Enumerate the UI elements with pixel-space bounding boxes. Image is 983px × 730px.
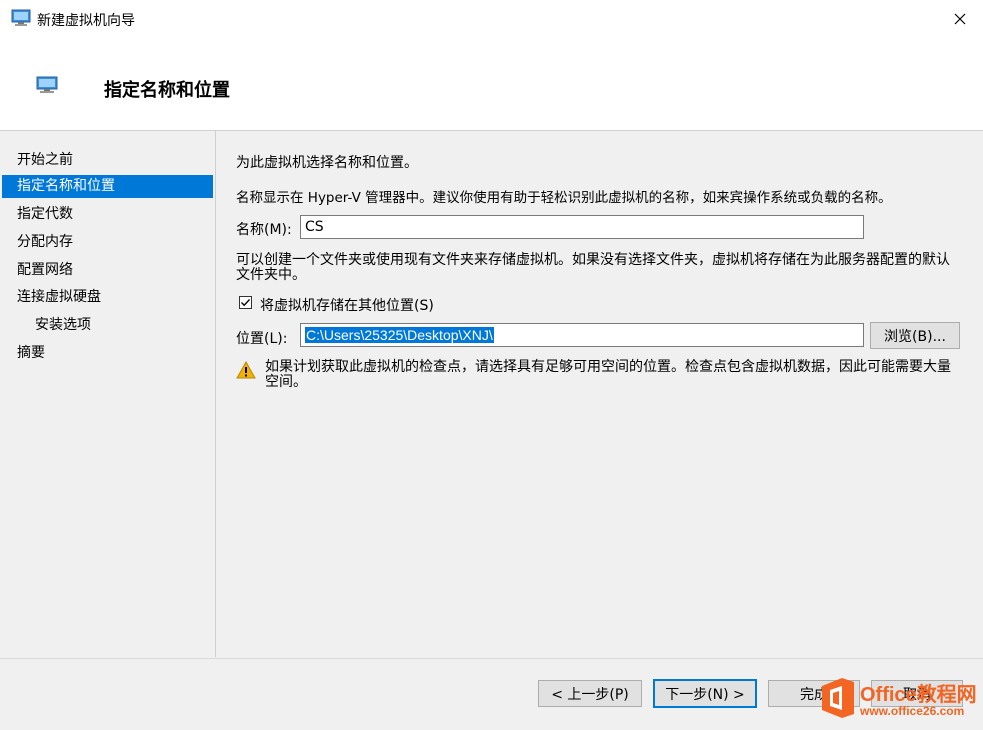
step-memory[interactable]: 分配内存 <box>2 231 213 254</box>
watermark-url: www.office26.com <box>860 704 965 718</box>
page-title: 指定名称和位置 <box>104 80 230 101</box>
window-title: 新建虚拟机向导 <box>37 13 135 29</box>
warning-text: 如果计划获取此虚拟机的检查点，请选择具有足够可用空间的位置。检查点包含虚拟机数据… <box>265 359 951 390</box>
warning-icon <box>236 361 256 379</box>
description-text: 名称显示在 Hyper-V 管理器中。建议你使用有助于轻松识别此虚拟机的名称，如… <box>236 190 892 206</box>
next-button[interactable]: 下一步(N) > <box>653 679 757 708</box>
hyperv-monitor-icon <box>36 76 58 93</box>
store-elsewhere-checkbox[interactable] <box>239 296 252 309</box>
checkmark-icon <box>241 299 251 307</box>
step-virtual-disk[interactable]: 连接虚拟硬盘 <box>2 286 213 309</box>
step-before-you-begin[interactable]: 开始之前 <box>2 149 213 172</box>
close-icon <box>954 13 966 25</box>
watermark: Office教程网 www.office26.com <box>818 676 978 722</box>
wizard-steps: 开始之前 指定名称和位置 指定代数 分配内存 配置网络 连接虚拟硬盘 安装选项 … <box>0 131 216 657</box>
step-network[interactable]: 配置网络 <box>2 259 213 282</box>
step-install-options[interactable]: 安装选项 <box>2 314 213 337</box>
office-logo-icon <box>822 678 854 718</box>
intro-text: 为此虚拟机选择名称和位置。 <box>236 155 418 171</box>
location-value: C:\Users\25325\Desktop\XNJ\ <box>305 327 494 343</box>
folder-info-text: 可以创建一个文件夹或使用现有文件夹来存储虚拟机。如果没有选择文件夹，虚拟机将存储… <box>236 252 950 283</box>
close-button[interactable] <box>937 0 983 38</box>
watermark-brand: Office教程网 <box>860 684 977 706</box>
hyperv-monitor-icon <box>11 9 31 26</box>
store-elsewhere-label[interactable]: 将虚拟机存储在其他位置(S) <box>260 295 434 315</box>
prev-button[interactable]: < 上一步(P) <box>538 680 642 707</box>
step-summary[interactable]: 摘要 <box>2 342 213 365</box>
step-name-location[interactable]: 指定名称和位置 <box>2 175 213 198</box>
location-input[interactable]: C:\Users\25325\Desktop\XNJ\ <box>300 323 864 347</box>
wizard-header: 指定名称和位置 <box>0 38 983 131</box>
location-label: 位置(L): <box>236 331 288 347</box>
browse-button[interactable]: 浏览(B)... <box>870 322 960 349</box>
step-generation[interactable]: 指定代数 <box>2 203 213 226</box>
name-input[interactable]: CS <box>300 215 864 239</box>
name-label: 名称(M): <box>236 222 292 238</box>
title-bar: 新建虚拟机向导 <box>0 0 983 38</box>
